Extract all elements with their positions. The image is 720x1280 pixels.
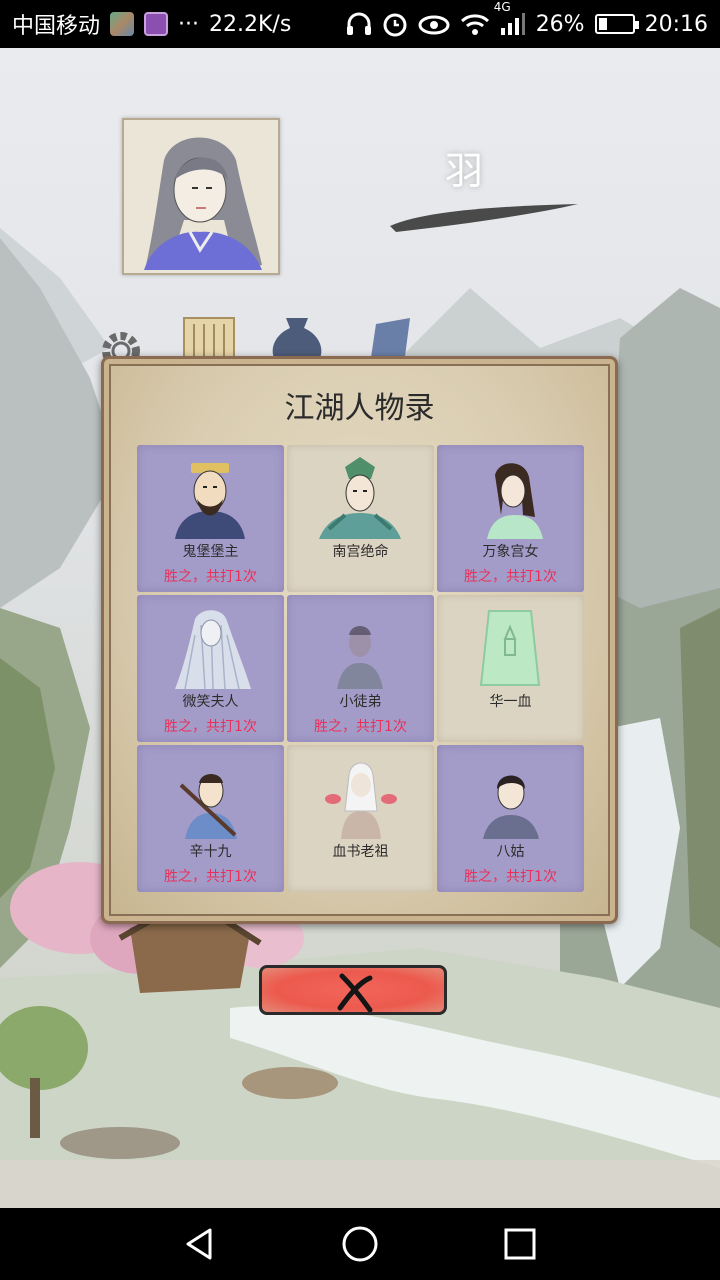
battle-record: 胜之，共打1次 (314, 719, 407, 735)
ink-brush-stroke (390, 204, 578, 232)
character-name: 八姑 (496, 844, 525, 860)
net-speed: 22.2K/s (209, 11, 292, 37)
carrier-label: 中国移动 (12, 14, 101, 39)
character-card[interactable]: 八姑 胜之，共打1次 (437, 745, 584, 892)
character-name: 万象宫女 (482, 544, 539, 560)
home-icon[interactable] (330, 1214, 390, 1274)
elder-icon (325, 762, 397, 839)
character-name: 微笑夫人 (182, 694, 239, 710)
character-record-dialog: 江湖人物录 鬼堡堡主 胜之，共打1次 南宫绝命 万象宫女 胜之，共打1次 微笑夫… (101, 356, 618, 924)
bearded-lord-icon (175, 463, 245, 539)
more-icon: ··· (178, 11, 199, 37)
character-card[interactable]: 辛十九 胜之，共打1次 (137, 745, 284, 892)
swordsman-icon (179, 774, 237, 839)
character-name: 南宫绝命 (332, 544, 389, 560)
ghost-lady-icon (175, 610, 251, 689)
character-name: 鬼堡堡主 (182, 544, 239, 560)
android-nav-bar (0, 1208, 720, 1280)
character-card[interactable]: 华一血 (437, 595, 584, 742)
close-button[interactable] (259, 965, 447, 1015)
recents-icon[interactable] (490, 1214, 550, 1274)
player-avatar-icon (124, 120, 278, 273)
character-card[interactable]: 微笑夫人 胜之，共打1次 (137, 595, 284, 742)
character-card[interactable]: 万象宫女 胜之，共打1次 (437, 445, 584, 592)
player-portrait[interactable] (122, 118, 280, 275)
battle-record: 胜之，共打1次 (164, 869, 257, 885)
battery-icon (594, 14, 639, 34)
character-card[interactable]: 小徒弟 胜之，共打1次 (287, 595, 434, 742)
battle-record: 胜之，共打1次 (464, 869, 557, 885)
palace-maid-icon (487, 463, 543, 539)
battle-record: 胜之，共打1次 (164, 719, 257, 735)
battle-record: 胜之，共打1次 (164, 569, 257, 585)
character-card[interactable]: 血书老祖 (287, 745, 434, 892)
battery-percent: 26% (535, 11, 585, 37)
status-bar: 中国移动 ··· 22.2K/s 4G 26% 20:16 (0, 0, 720, 48)
clock: 20:16 (644, 11, 708, 37)
gallery-icon (144, 12, 169, 36)
close-x-icon (337, 973, 373, 1012)
status-right: 4G 26% 20:16 (346, 0, 708, 37)
green-warrior-icon (319, 457, 401, 539)
character-name: 血书老祖 (332, 844, 389, 860)
jade-tablet-icon (479, 610, 541, 686)
character-name: 小徒弟 (339, 694, 382, 710)
app-thumbnail-icon (110, 12, 135, 36)
character-grid: 鬼堡堡主 胜之，共打1次 南宫绝命 万象宫女 胜之，共打1次 微笑夫人 胜之，共… (137, 445, 585, 893)
character-name: 辛十九 (189, 844, 232, 860)
young-girl-icon (483, 775, 539, 839)
battle-record: 胜之，共打1次 (464, 569, 557, 585)
eye-icon (418, 13, 450, 35)
headphones-icon (346, 12, 372, 36)
character-card[interactable]: 南宫绝命 (287, 445, 434, 592)
character-name: 华一血 (489, 694, 532, 710)
status-left: 中国移动 ··· 22.2K/s (12, 8, 291, 40)
signal-icon: 4G (494, 0, 526, 36)
character-card[interactable]: 鬼堡堡主 胜之，共打1次 (137, 445, 284, 592)
apprentice-icon (337, 626, 383, 689)
network-type-label: 4G (493, 0, 511, 14)
back-icon[interactable] (170, 1214, 230, 1274)
dialog-title: 江湖人物录 (284, 391, 435, 426)
alarm-icon (382, 11, 408, 37)
wifi-icon (460, 12, 490, 36)
battery-fill (598, 18, 607, 30)
player-name: 羽 (444, 149, 483, 193)
